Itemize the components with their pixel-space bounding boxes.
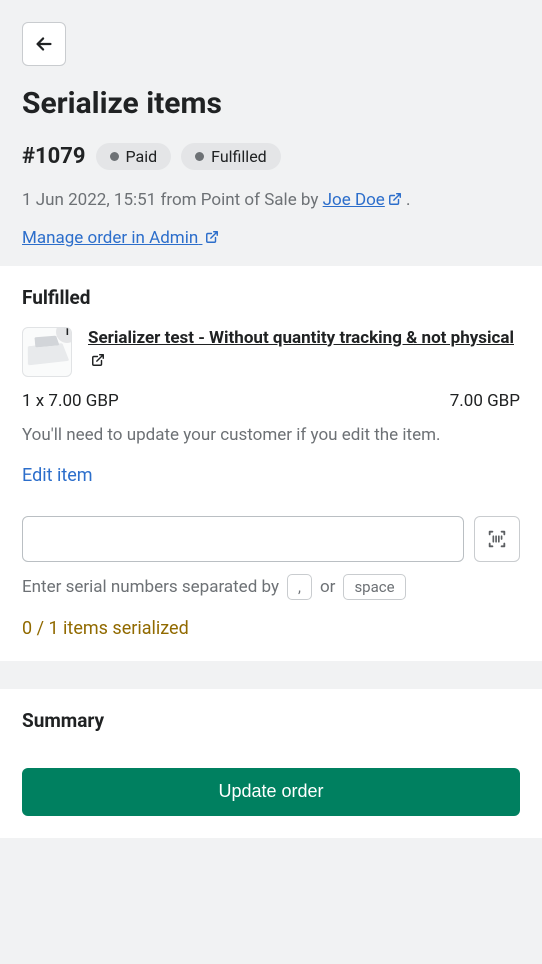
external-link-icon	[388, 192, 402, 206]
serialized-status: 0 / 1 items serialized	[22, 618, 520, 639]
badge-fulfilled: Fulfilled	[181, 143, 281, 170]
external-link-icon	[91, 353, 105, 367]
fulfilled-title: Fulfilled	[22, 286, 520, 309]
order-meta-row: #1079 Paid Fulfilled	[22, 143, 520, 170]
edit-item-link[interactable]: Edit item	[22, 465, 93, 486]
barcode-icon	[486, 528, 508, 550]
manage-admin-link[interactable]: Manage order in Admin	[22, 228, 219, 248]
update-order-button[interactable]: Update order	[22, 768, 520, 816]
product-title-link[interactable]: Serializer test - Without quantity track…	[88, 327, 520, 377]
serial-number-input[interactable]	[22, 516, 464, 562]
arrow-left-icon	[33, 33, 55, 55]
page-title: Serialize items	[22, 86, 520, 121]
chip-comma: ,	[287, 574, 312, 600]
back-button[interactable]	[22, 22, 66, 66]
dot-icon	[195, 152, 204, 161]
product-row: 1 Serializer test - Without quantity tra…	[22, 327, 520, 377]
barcode-button[interactable]	[474, 516, 520, 562]
fulfilled-card: Fulfilled 1 Serializer test - Without qu…	[0, 266, 542, 661]
order-number: #1079	[22, 144, 86, 169]
meta-prefix: 1 Jun 2022, 15:51 from Point of Sale by	[22, 190, 323, 210]
external-link-icon	[205, 230, 219, 244]
author-link[interactable]: Joe Doe	[323, 190, 402, 210]
badge-fulfilled-label: Fulfilled	[211, 147, 267, 166]
price-row: 1 x 7.00 GBP 7.00 GBP	[22, 391, 520, 411]
product-thumbnail: 1	[22, 327, 72, 377]
serial-help: Enter serial numbers separated by , or s…	[22, 574, 520, 600]
help-or: or	[320, 577, 335, 597]
edit-hint: You'll need to update your customer if y…	[22, 425, 520, 445]
badge-paid: Paid	[96, 143, 172, 170]
dot-icon	[110, 152, 119, 161]
price-right: 7.00 GBP	[450, 391, 520, 411]
qty-badge: 1	[56, 327, 72, 343]
price-left: 1 x 7.00 GBP	[22, 391, 119, 411]
serial-input-row	[22, 516, 520, 562]
meta-suffix: .	[402, 190, 411, 210]
badge-paid-label: Paid	[126, 147, 158, 166]
summary-card: Summary Update order	[0, 689, 542, 838]
help-prefix: Enter serial numbers separated by	[22, 577, 279, 597]
order-meta-text: 1 Jun 2022, 15:51 from Point of Sale by …	[22, 188, 520, 214]
summary-title: Summary	[22, 709, 520, 732]
chip-space: space	[343, 574, 405, 600]
